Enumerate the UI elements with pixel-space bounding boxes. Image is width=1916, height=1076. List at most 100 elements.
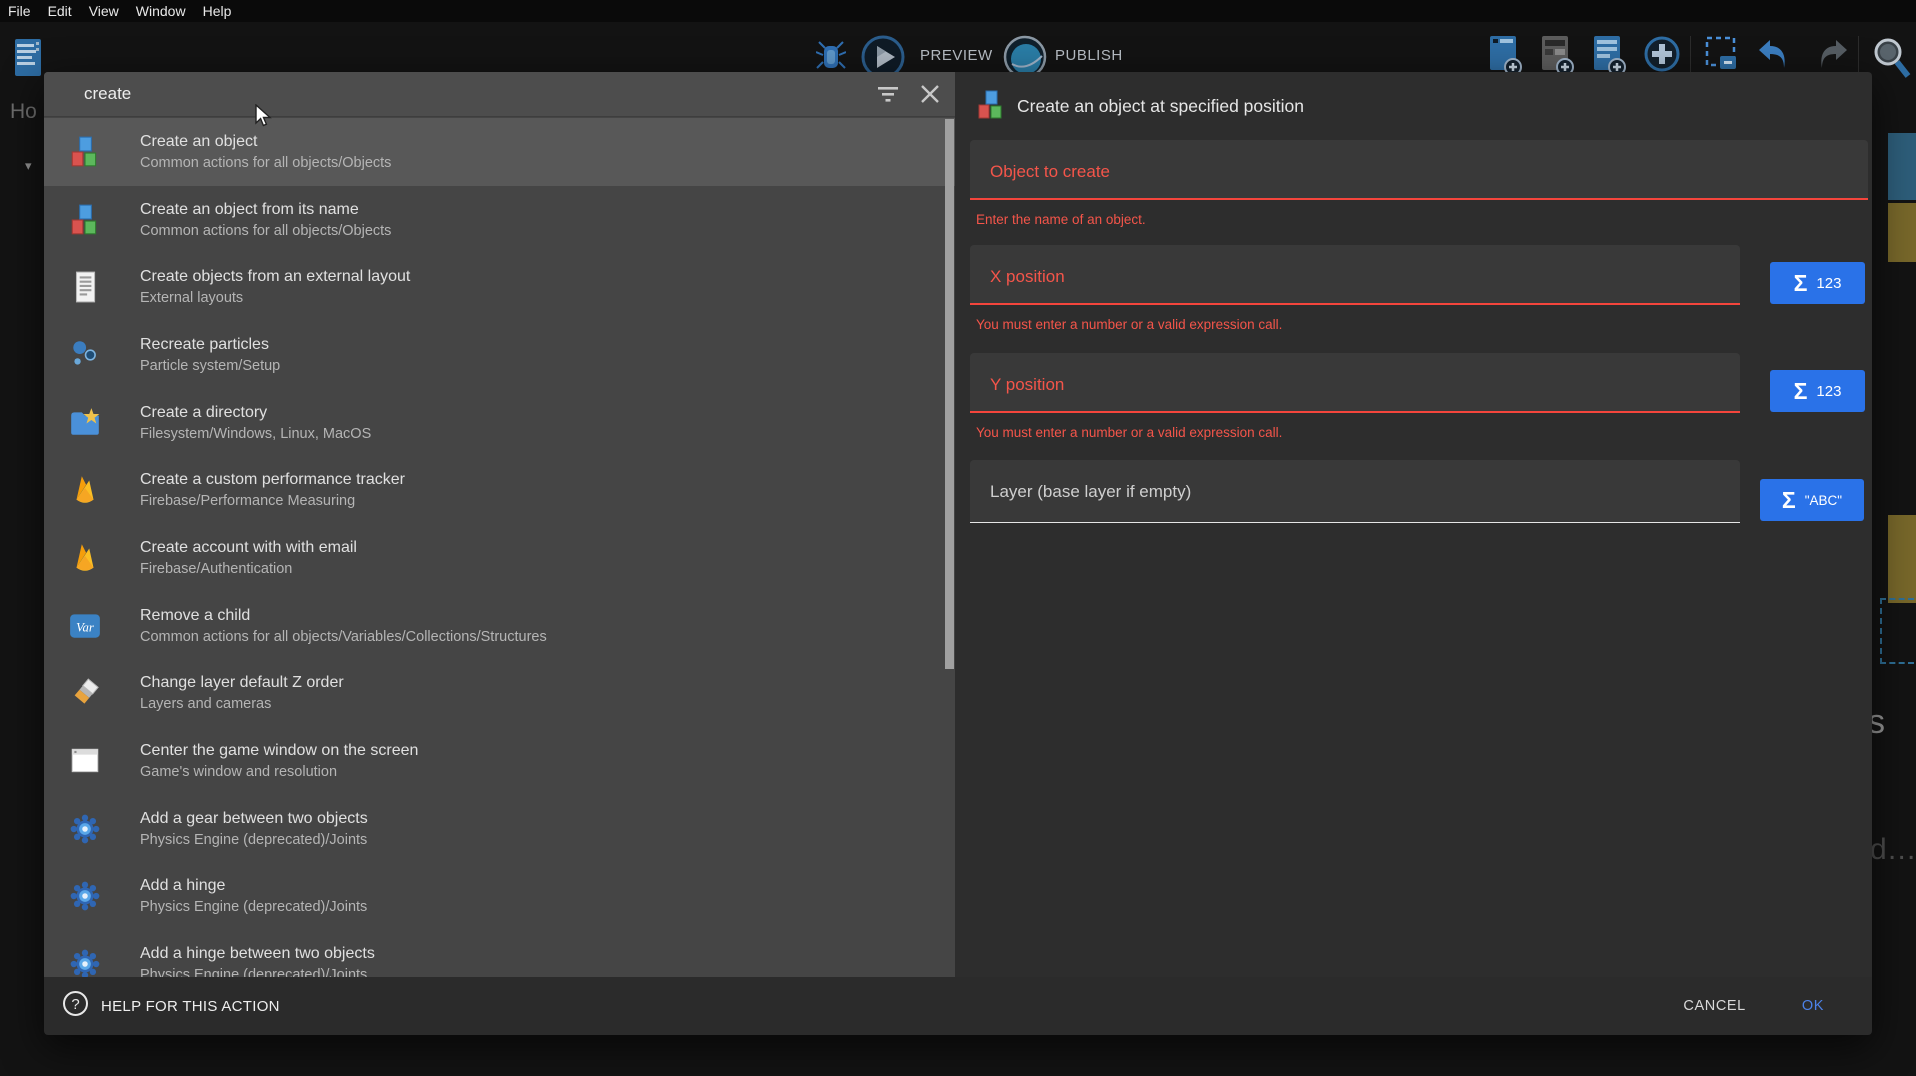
result-subtitle: Layers and cameras: [140, 696, 344, 712]
menubar: File Edit View Window Help: [0, 0, 1916, 22]
close-icon[interactable]: [913, 77, 947, 111]
text-field[interactable]: Object to create: [970, 140, 1868, 200]
text-field[interactable]: X position Σ 123: [970, 245, 1740, 305]
result-item[interactable]: Create account with with email Firebase/…: [44, 524, 955, 592]
result-title: Add a hinge between two objects: [140, 945, 375, 963]
toolbar-separator: [1690, 36, 1691, 76]
action-config-panel: Create an object at specified position O…: [955, 72, 1872, 977]
field-helper-text: Enter the name of an object.: [976, 212, 1868, 227]
sigma-icon: Σ: [1794, 270, 1808, 297]
form-field: Layer (base layer if empty) Σ "ABC": [970, 460, 1740, 523]
result-title: Change layer default Z order: [140, 674, 344, 692]
document-icon: [68, 270, 102, 304]
dialog-footer: ? HELP FOR THIS ACTION CANCEL OK: [44, 977, 1872, 1035]
result-subtitle: Firebase/Performance Measuring: [140, 493, 405, 509]
result-title: Center the game window on the screen: [140, 742, 418, 760]
form-field: Object to create Enter the name of an ob…: [970, 140, 1868, 227]
results-list: Create an object Common actions for all …: [44, 118, 955, 977]
field-helper-text: You must enter a number or a valid expre…: [976, 317, 1740, 332]
scrollbar-thumb[interactable]: [945, 119, 954, 669]
result-subtitle: Firebase/Authentication: [140, 561, 357, 577]
result-item[interactable]: Var Remove a child Common actions for al…: [44, 592, 955, 660]
background-selection-outline: [1880, 598, 1914, 664]
result-item[interactable]: Add a gear between two objects Physics E…: [44, 795, 955, 863]
result-title: Create account with with email: [140, 539, 357, 557]
search-icon[interactable]: [1868, 34, 1916, 85]
search-header: [44, 72, 955, 117]
menu-edit[interactable]: Edit: [48, 3, 72, 19]
result-item[interactable]: Create objects from an external layout E…: [44, 253, 955, 321]
result-item[interactable]: Create a custom performance tracker Fire…: [44, 456, 955, 524]
flame-icon: [68, 473, 102, 507]
menu-view[interactable]: View: [89, 3, 119, 19]
field-label: Object to create: [990, 162, 1110, 182]
gear-icon: [68, 812, 102, 846]
result-subtitle: Filesystem/Windows, Linux, MacOS: [140, 426, 371, 442]
expression-type-label: "ABC": [1805, 493, 1842, 508]
svg-text:?: ?: [71, 996, 79, 1013]
result-subtitle: Particle system/Setup: [140, 358, 280, 374]
result-title: Remove a child: [140, 607, 547, 625]
sigma-icon: Σ: [1782, 487, 1796, 514]
screen: File Edit View Window Help Ho ▾: [0, 0, 1916, 1076]
particles-icon: [68, 338, 102, 372]
text-field[interactable]: Layer (base layer if empty) Σ "ABC": [970, 460, 1740, 523]
background-object-blue: [1888, 133, 1916, 200]
result-item[interactable]: Create an object from its name Common ac…: [44, 186, 955, 254]
result-subtitle: Common actions for all objects/Objects: [140, 155, 391, 171]
preview-button[interactable]: PREVIEW: [920, 47, 993, 64]
flame-icon: [68, 541, 102, 575]
result-item[interactable]: Recreate particles Particle system/Setup: [44, 321, 955, 389]
result-item[interactable]: Center the game window on the screen Gam…: [44, 727, 955, 795]
result-item[interactable]: Add a hinge Physics Engine (deprecated)/…: [44, 863, 955, 931]
ok-button[interactable]: OK: [1792, 990, 1834, 1022]
window-icon: [68, 744, 102, 778]
search-input[interactable]: [84, 84, 871, 104]
main-menu-icon[interactable]: [14, 36, 44, 83]
help-label: HELP FOR THIS ACTION: [101, 998, 280, 1015]
help-button[interactable]: ? HELP FOR THIS ACTION: [62, 990, 280, 1022]
result-title: Add a hinge: [140, 877, 367, 895]
result-subtitle: Physics Engine (deprecated)/Joints: [140, 899, 367, 915]
field-helper-text: You must enter a number or a valid expre…: [976, 425, 1740, 440]
expression-builder-button[interactable]: Σ 123: [1770, 262, 1865, 304]
text-field[interactable]: Y position Σ 123: [970, 353, 1740, 413]
result-subtitle: External layouts: [140, 290, 410, 306]
expression-builder-button[interactable]: Σ "ABC": [1760, 479, 1864, 521]
var-icon: Var: [68, 609, 102, 643]
result-subtitle: Physics Engine (deprecated)/Joints: [140, 832, 368, 848]
background-text-fragment: d…: [1870, 833, 1916, 867]
menu-help[interactable]: Help: [203, 3, 232, 19]
result-title: Create a custom performance tracker: [140, 471, 405, 489]
expression-type-label: 123: [1816, 383, 1841, 400]
result-title: Create a directory: [140, 404, 371, 422]
result-item[interactable]: Create a directory Filesystem/Windows, L…: [44, 389, 955, 457]
expression-builder-button[interactable]: Σ 123: [1770, 370, 1865, 412]
result-subtitle: Physics Engine (deprecated)/Joints: [140, 967, 375, 977]
tab-home[interactable]: Ho: [10, 100, 37, 124]
form-field: X position Σ 123 You must enter a number…: [970, 245, 1740, 332]
gear-icon: [68, 879, 102, 913]
result-title: Create an object: [140, 133, 391, 151]
result-item[interactable]: Add a hinge between two objects Physics …: [44, 930, 955, 977]
menu-window[interactable]: Window: [136, 3, 186, 19]
filter-icon[interactable]: [871, 77, 905, 111]
cubes-icon: [975, 88, 1007, 129]
menu-file[interactable]: File: [8, 3, 31, 19]
cancel-button[interactable]: CANCEL: [1673, 990, 1755, 1022]
sigma-icon: Σ: [1794, 378, 1808, 405]
result-title: Recreate particles: [140, 336, 280, 354]
expression-type-label: 123: [1816, 275, 1841, 292]
toolbar-separator: [1858, 36, 1859, 76]
result-title: Add a gear between two objects: [140, 810, 368, 828]
cubes-icon: [68, 135, 102, 169]
result-subtitle: Game's window and resolution: [140, 764, 418, 780]
cubes-icon: [68, 203, 102, 237]
help-icon: ?: [62, 990, 89, 1022]
result-item[interactable]: Change layer default Z order Layers and …: [44, 660, 955, 728]
result-item[interactable]: Create an object Common actions for all …: [44, 118, 955, 186]
field-label: Layer (base layer if empty): [990, 482, 1191, 502]
field-label: Y position: [990, 375, 1064, 395]
publish-button[interactable]: PUBLISH: [1055, 47, 1123, 64]
chevron-down-icon[interactable]: ▾: [25, 158, 32, 174]
